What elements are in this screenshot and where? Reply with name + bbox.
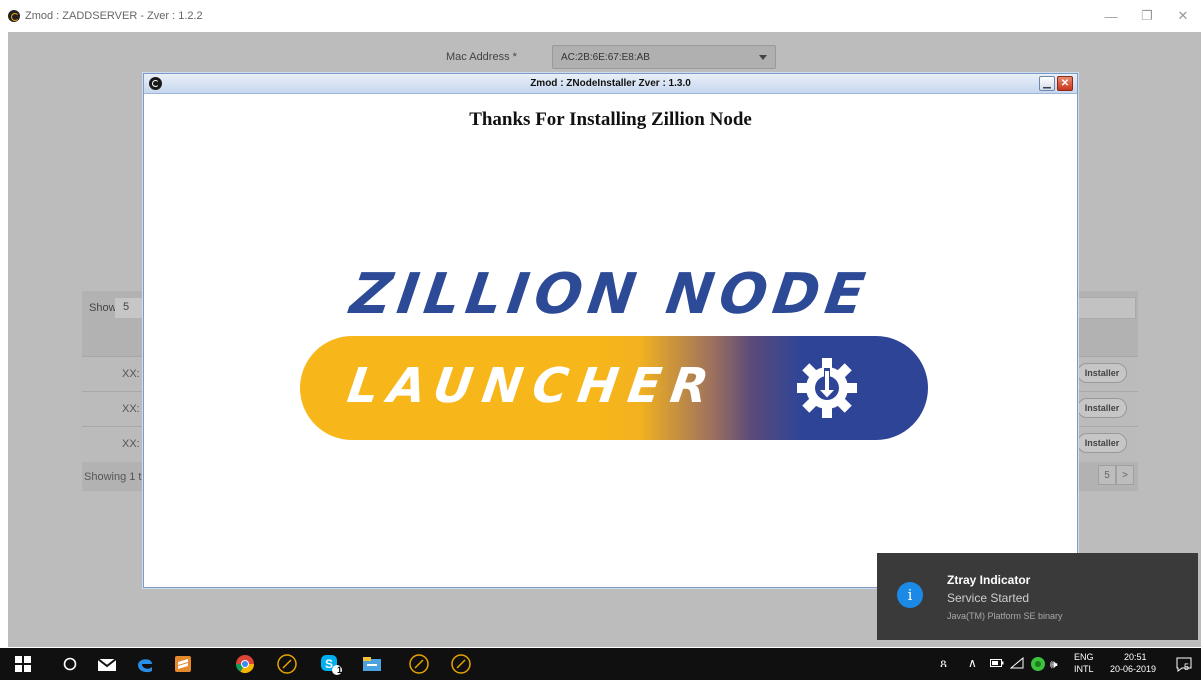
- dialog-minimize-button[interactable]: ▁: [1039, 76, 1055, 91]
- zmod-tray-icon[interactable]: [1030, 656, 1046, 680]
- wifi-icon[interactable]: [1009, 656, 1024, 680]
- gear-download-icon: [797, 358, 857, 418]
- window-controls: — ❐ ✕: [1093, 0, 1201, 32]
- file-explorer-icon[interactable]: [361, 653, 383, 675]
- minimize-button[interactable]: —: [1093, 0, 1129, 32]
- app-titlebar: Zmod : ZADDSERVER - Zver : 1.2.2 — ❐ ✕: [0, 0, 1201, 32]
- installer-button[interactable]: Installer: [1077, 363, 1127, 383]
- notification-toast[interactable]: i Ztray Indicator Service Started Java(T…: [877, 553, 1198, 640]
- installer-button[interactable]: Installer: [1077, 398, 1127, 418]
- windows-start-icon[interactable]: [12, 653, 34, 675]
- zmod-icon[interactable]: [408, 653, 430, 675]
- language-bottom[interactable]: INTL: [1074, 664, 1094, 680]
- thanks-heading: Thanks For Installing Zillion Node: [469, 109, 752, 130]
- zmod-dialog-icon: [149, 77, 162, 90]
- page-button[interactable]: 5: [1098, 465, 1116, 485]
- next-page-button[interactable]: >: [1116, 465, 1134, 485]
- battery-icon[interactable]: [990, 658, 1004, 680]
- chevron-down-icon: [759, 55, 767, 60]
- clock-date[interactable]: 20-06-2019: [1110, 664, 1156, 680]
- page-size-select[interactable]: 5: [115, 298, 143, 318]
- skype-icon[interactable]: S 1: [320, 653, 342, 675]
- volume-icon[interactable]: 🕪: [1050, 657, 1058, 680]
- action-center-icon[interactable]: 5: [1176, 656, 1192, 680]
- edge-icon[interactable]: [134, 653, 156, 675]
- zmod-icon[interactable]: [276, 653, 298, 675]
- chrome-icon[interactable]: [234, 653, 256, 675]
- chevron-up-icon[interactable]: ∧: [968, 656, 977, 680]
- close-button[interactable]: ✕: [1165, 0, 1201, 32]
- launcher-logo-banner: LAUNCHER: [300, 336, 928, 440]
- maximize-button[interactable]: ❐: [1129, 0, 1165, 32]
- toast-message: Service Started: [947, 591, 1030, 605]
- zmod-app-icon: [8, 10, 20, 22]
- toast-title: Ztray Indicator: [947, 573, 1031, 587]
- taskbar: S 1 ጸ ∧ 🕪 ENG INTL 20:51 20-06-2019 5: [0, 648, 1201, 680]
- table-cell: XX:: [122, 368, 140, 380]
- toast-source: Java(TM) Platform SE binary: [947, 611, 1063, 621]
- info-icon: i: [897, 582, 923, 608]
- dialog-title: Zmod : ZNodeInstaller Zver : 1.3.0: [530, 78, 691, 89]
- mac-address-label: Mac Address *: [446, 51, 517, 63]
- people-icon[interactable]: ጸ: [940, 656, 947, 680]
- zmod-icon[interactable]: [450, 653, 472, 675]
- logo-subtitle: LAUNCHER: [344, 358, 722, 414]
- dialog-close-button[interactable]: ✕: [1057, 76, 1073, 91]
- installer-dialog: Zmod : ZNodeInstaller Zver : 1.3.0 ▁ ✕ T…: [143, 73, 1078, 588]
- mac-address-select[interactable]: AC:2B:6E:67:E8:AB: [552, 45, 776, 69]
- notification-count: 5: [1184, 662, 1190, 672]
- app-title: Zmod : ZADDSERVER - Zver : 1.2.2: [25, 10, 203, 22]
- show-label: Show: [89, 302, 117, 314]
- sublime-icon[interactable]: [172, 653, 194, 675]
- search-circle-icon[interactable]: [59, 653, 81, 675]
- logo-title: ZILLION NODE: [346, 262, 875, 327]
- skype-badge: 1: [337, 665, 343, 675]
- table-cell: XX:: [122, 403, 140, 415]
- installer-button[interactable]: Installer: [1077, 433, 1127, 453]
- dialog-titlebar: Zmod : ZNodeInstaller Zver : 1.3.0 ▁ ✕: [144, 74, 1077, 94]
- mac-address-value: AC:2B:6E:67:E8:AB: [561, 52, 650, 63]
- pagination-info: Showing 1 t: [84, 471, 142, 483]
- table-cell: XX:: [122, 438, 140, 450]
- search-input[interactable]: [1078, 297, 1136, 319]
- mail-icon[interactable]: [96, 653, 118, 675]
- svg-text:S: S: [325, 657, 333, 671]
